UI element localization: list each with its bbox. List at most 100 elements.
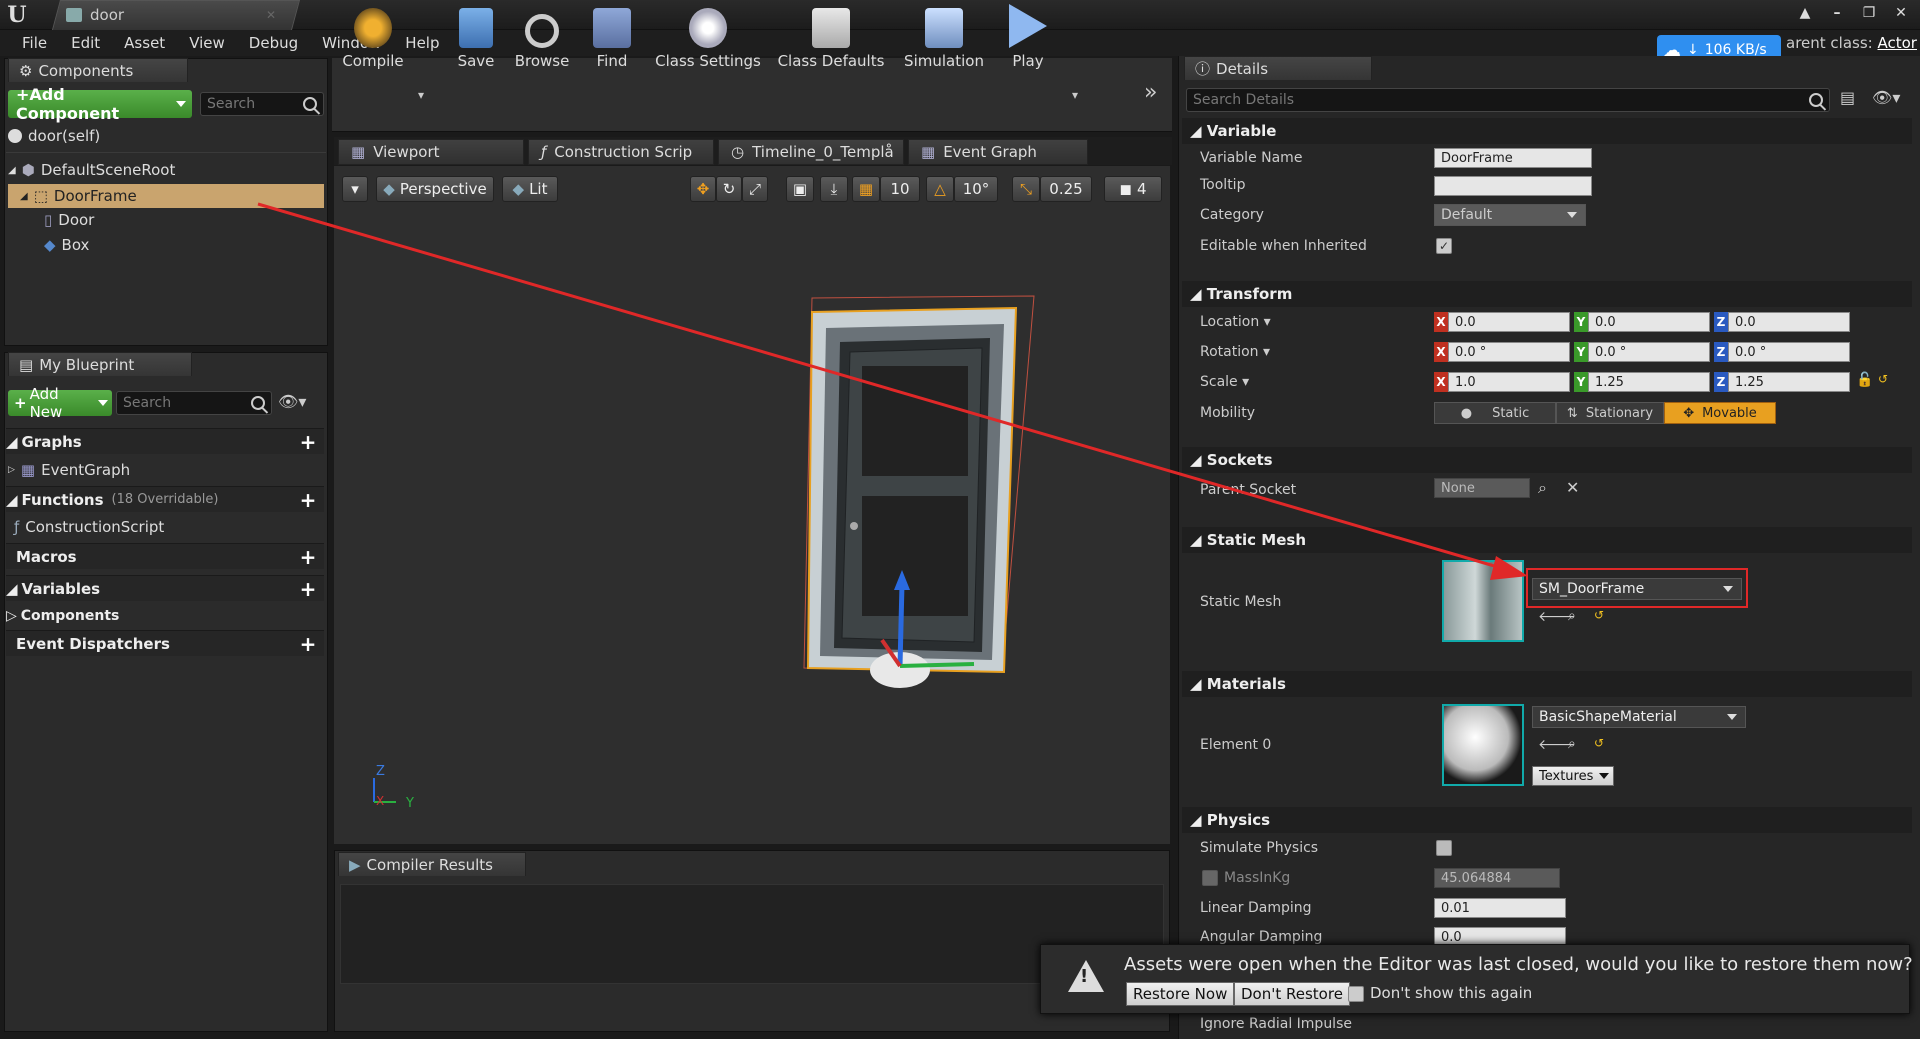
dont-show-again-checkbox[interactable] bbox=[1348, 986, 1364, 1002]
blueprint-search-input[interactable]: Search bbox=[116, 391, 272, 415]
section-transform[interactable]: ◢ Transform bbox=[1182, 281, 1912, 307]
simulate-physics-checkbox[interactable] bbox=[1436, 840, 1452, 856]
components-search-input[interactable]: Search bbox=[200, 92, 324, 116]
add-function-plus-icon[interactable]: + bbox=[298, 490, 318, 510]
my-blueprint-tab[interactable]: ▤ My Blueprint bbox=[8, 352, 192, 376]
location-y-field[interactable]: 0.0 bbox=[1588, 312, 1710, 332]
section-physics[interactable]: ◢ Physics bbox=[1182, 807, 1912, 833]
details-tab[interactable]: ⓘ Details bbox=[1184, 56, 1372, 80]
class-defaults-button[interactable]: Class Defaults bbox=[776, 0, 886, 74]
play-options-chevron-icon[interactable]: ▾ bbox=[1072, 88, 1078, 102]
mobility-static-button[interactable]: ● Static bbox=[1434, 402, 1556, 424]
linear-damping-field[interactable]: 0.01 bbox=[1434, 898, 1566, 918]
reset-arrow-icon[interactable]: ↺ bbox=[1878, 372, 1888, 386]
section-macros[interactable]: Macros + bbox=[6, 543, 324, 569]
compile-button[interactable]: Compile bbox=[340, 0, 406, 74]
list-view-icon[interactable]: ▤ bbox=[1840, 88, 1864, 112]
add-dispatcher-plus-icon[interactable]: + bbox=[298, 634, 318, 654]
play-button[interactable]: Play bbox=[1000, 0, 1056, 74]
add-graph-plus-icon[interactable]: + bbox=[298, 432, 318, 452]
section-static-mesh[interactable]: ◢ Static Mesh bbox=[1182, 527, 1912, 553]
close-icon[interactable]: ✕ bbox=[266, 8, 276, 22]
tree-item-box[interactable]: ◆ Box bbox=[44, 233, 89, 257]
list-item-eventgraph[interactable]: ▷ ▦ EventGraph bbox=[8, 458, 130, 482]
location-label[interactable]: Location ▾ bbox=[1200, 314, 1271, 330]
add-component-button[interactable]: +Add Component bbox=[8, 85, 192, 123]
scale-y-field[interactable]: 1.25 bbox=[1588, 372, 1710, 392]
dont-restore-button[interactable]: Don't Restore bbox=[1234, 982, 1350, 1006]
rotation-label[interactable]: Rotation ▾ bbox=[1200, 344, 1270, 360]
restore-icon[interactable]: ❐ bbox=[1856, 2, 1882, 24]
material-dropdown[interactable]: BasicShapeMaterial bbox=[1532, 706, 1746, 728]
compiler-results-tab[interactable]: ▶ Compiler Results bbox=[338, 852, 526, 876]
section-functions[interactable]: ◢ Functions (18 Overridable) + bbox=[6, 486, 324, 512]
tab-viewport[interactable]: ▦ Viewport bbox=[338, 139, 524, 165]
notification-icon[interactable]: ▲ bbox=[1792, 2, 1818, 24]
self-item[interactable]: door(self) bbox=[8, 124, 100, 148]
tab-event-graph[interactable]: ▦ Event Graph bbox=[908, 139, 1088, 165]
socket-clear-icon[interactable]: ✕ bbox=[1566, 478, 1579, 497]
rotation-x-field[interactable]: 0.0 ° bbox=[1448, 342, 1570, 362]
section-variables[interactable]: ◢ Variables + bbox=[6, 575, 324, 601]
browse-button[interactable]: Browse bbox=[512, 0, 572, 74]
static-mesh-dropdown[interactable]: SM_DoorFrame bbox=[1532, 578, 1742, 600]
minimize-icon[interactable]: – bbox=[1824, 2, 1850, 24]
section-graphs[interactable]: ◢ Graphs + bbox=[6, 428, 324, 454]
rotation-y-field[interactable]: 0.0 ° bbox=[1588, 342, 1710, 362]
section-sockets[interactable]: ◢ Sockets bbox=[1182, 447, 1912, 473]
restore-now-button[interactable]: Restore Now bbox=[1126, 982, 1235, 1006]
scale-z-field[interactable]: 1.25 bbox=[1728, 372, 1850, 392]
menu-file[interactable]: File bbox=[10, 34, 59, 52]
parent-class-link[interactable]: Actor bbox=[1878, 34, 1917, 52]
section-variable[interactable]: ◢ Variable bbox=[1182, 118, 1912, 144]
tab-construction-script[interactable]: ƒ Construction Scrip bbox=[528, 139, 714, 165]
textures-button[interactable]: Textures bbox=[1532, 766, 1614, 786]
browse-mesh-icon[interactable]: ⌕ bbox=[1568, 608, 1576, 624]
save-button[interactable]: Save bbox=[450, 0, 502, 74]
menu-view[interactable]: View bbox=[177, 34, 237, 52]
reset-mesh-icon[interactable]: ↺ bbox=[1594, 608, 1604, 622]
document-tab[interactable]: door ✕ bbox=[66, 0, 286, 30]
category-dropdown[interactable]: Default bbox=[1434, 204, 1586, 226]
location-x-field[interactable]: 0.0 bbox=[1448, 312, 1570, 332]
browse-material-icon[interactable]: ⌕ bbox=[1568, 736, 1576, 752]
simulation-button[interactable]: Simulation bbox=[900, 0, 988, 74]
menu-asset[interactable]: Asset bbox=[112, 34, 177, 52]
view-options-eye-icon[interactable]: 👁▾ bbox=[278, 392, 322, 414]
details-search-input[interactable]: Search Details bbox=[1186, 88, 1830, 112]
mass-override-checkbox[interactable] bbox=[1202, 870, 1218, 886]
location-z-field[interactable]: 0.0 bbox=[1728, 312, 1850, 332]
tree-item-door[interactable]: ▯ Door bbox=[44, 208, 94, 232]
tree-item-defaultsceneroot[interactable]: ◢ ⬢ DefaultSceneRoot bbox=[8, 158, 175, 182]
close-window-icon[interactable]: ✕ bbox=[1888, 2, 1914, 24]
add-variable-plus-icon[interactable]: + bbox=[298, 579, 318, 599]
find-button[interactable]: Find bbox=[584, 0, 640, 74]
section-materials[interactable]: ◢ Materials bbox=[1182, 671, 1912, 697]
section-event-dispatchers[interactable]: Event Dispatchers + bbox=[6, 630, 324, 656]
compile-options-chevron-icon[interactable]: ▾ bbox=[418, 88, 424, 102]
material-thumbnail[interactable] bbox=[1442, 704, 1524, 786]
scale-x-field[interactable]: 1.0 bbox=[1448, 372, 1570, 392]
menu-edit[interactable]: Edit bbox=[59, 34, 112, 52]
menu-debug[interactable]: Debug bbox=[237, 34, 310, 52]
parent-socket-field[interactable]: None bbox=[1434, 478, 1530, 498]
reset-material-icon[interactable]: ↺ bbox=[1594, 736, 1604, 750]
socket-search-icon[interactable]: ⌕ bbox=[1538, 478, 1547, 498]
toolbar-overflow-chevron-icon[interactable]: » bbox=[1144, 80, 1157, 105]
tooltip-field[interactable] bbox=[1434, 176, 1592, 196]
editable-inherited-checkbox[interactable]: ✓ bbox=[1436, 238, 1452, 254]
list-item-constructionscript[interactable]: ƒ ConstructionScript bbox=[14, 515, 164, 539]
tab-timeline[interactable]: ◷ Timeline_0_Templå bbox=[718, 139, 904, 165]
mobility-stationary-button[interactable]: ⇅ Stationary bbox=[1556, 402, 1664, 424]
tree-item-doorframe[interactable]: ◢ ⬚ DoorFrame bbox=[20, 184, 137, 208]
add-macro-plus-icon[interactable]: + bbox=[298, 547, 318, 567]
rotation-z-field[interactable]: 0.0 ° bbox=[1728, 342, 1850, 362]
section-components[interactable]: ▷ Components bbox=[6, 603, 324, 629]
add-new-button[interactable]: + Add New bbox=[8, 385, 112, 421]
lock-icon[interactable]: 🔓 bbox=[1856, 372, 1873, 388]
variable-name-field[interactable]: DoorFrame bbox=[1434, 148, 1592, 168]
static-mesh-thumbnail[interactable] bbox=[1442, 560, 1524, 642]
view-options-eye-icon[interactable]: 👁▾ bbox=[1872, 88, 1912, 112]
mobility-movable-button[interactable]: ✥ Movable bbox=[1664, 402, 1776, 424]
class-settings-button[interactable]: Class Settings bbox=[654, 0, 762, 74]
